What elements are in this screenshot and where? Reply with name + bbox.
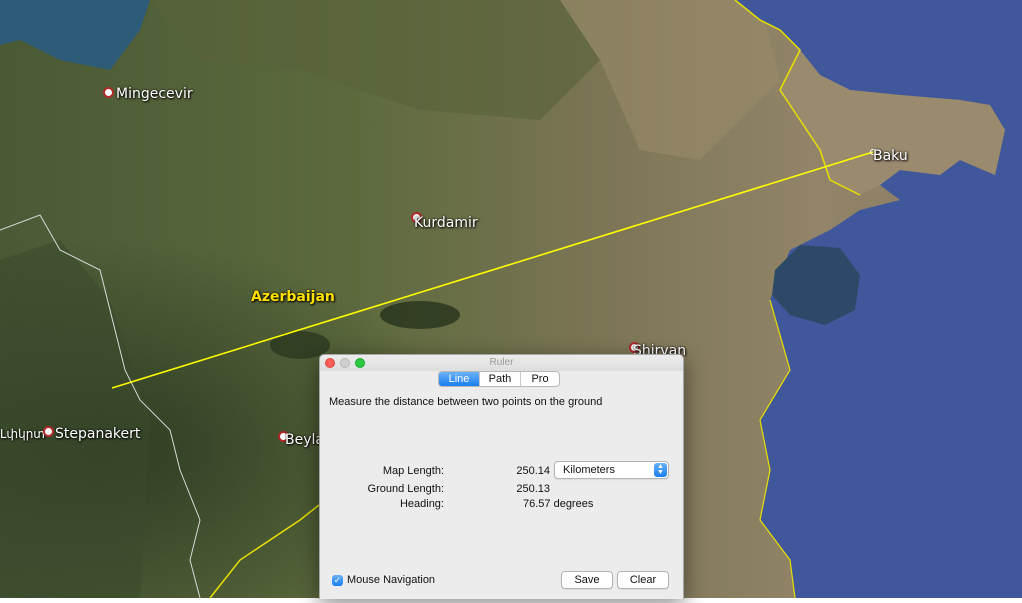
mouse-navigation-checkbox[interactable]: ✓	[332, 575, 343, 586]
chevron-updown-icon: ▲ ▼	[654, 463, 667, 477]
units-select-value: Kilometers	[563, 464, 615, 476]
tab-line[interactable]: Line	[439, 372, 480, 386]
map-length-value: 250.14	[516, 465, 550, 477]
save-button[interactable]: Save	[561, 571, 613, 589]
ground-length-value: 250.13	[516, 483, 550, 495]
country-label-azerbaijan[interactable]: Azerbaijan	[251, 289, 335, 305]
mode-tabs: Line Path Pro	[438, 371, 560, 387]
place-pin	[43, 426, 54, 437]
place-label-stepanakert[interactable]: Stepanakert	[55, 426, 140, 442]
ruler-window: Ruler Line Path Pro Measure the distance…	[319, 354, 684, 599]
place-label-kurdamir[interactable]: Kurdamir	[414, 215, 478, 231]
clear-button[interactable]: Clear	[617, 571, 669, 589]
place-label-baku[interactable]: Baku	[873, 148, 908, 164]
map-length-label: Map Length:	[382, 465, 444, 477]
units-select[interactable]: Kilometers ▲ ▼	[554, 461, 669, 479]
ground-length-label: Ground Length:	[367, 483, 444, 495]
place-label-armenian[interactable]: Լփկրտ	[0, 427, 45, 441]
title-bar[interactable]: Ruler	[320, 355, 683, 371]
place-pin	[103, 87, 114, 98]
tab-pro[interactable]: Pro	[521, 372, 559, 386]
ruler-description: Measure the distance between two points …	[329, 396, 603, 408]
tab-path[interactable]: Path	[480, 372, 521, 386]
place-label-mingecevir[interactable]: Mingecevir	[116, 86, 193, 102]
mouse-navigation-label[interactable]: Mouse Navigation	[347, 574, 435, 586]
heading-value: 76.57 degrees	[523, 498, 594, 510]
window-title: Ruler	[489, 357, 514, 368]
heading-label: Heading:	[399, 498, 444, 510]
